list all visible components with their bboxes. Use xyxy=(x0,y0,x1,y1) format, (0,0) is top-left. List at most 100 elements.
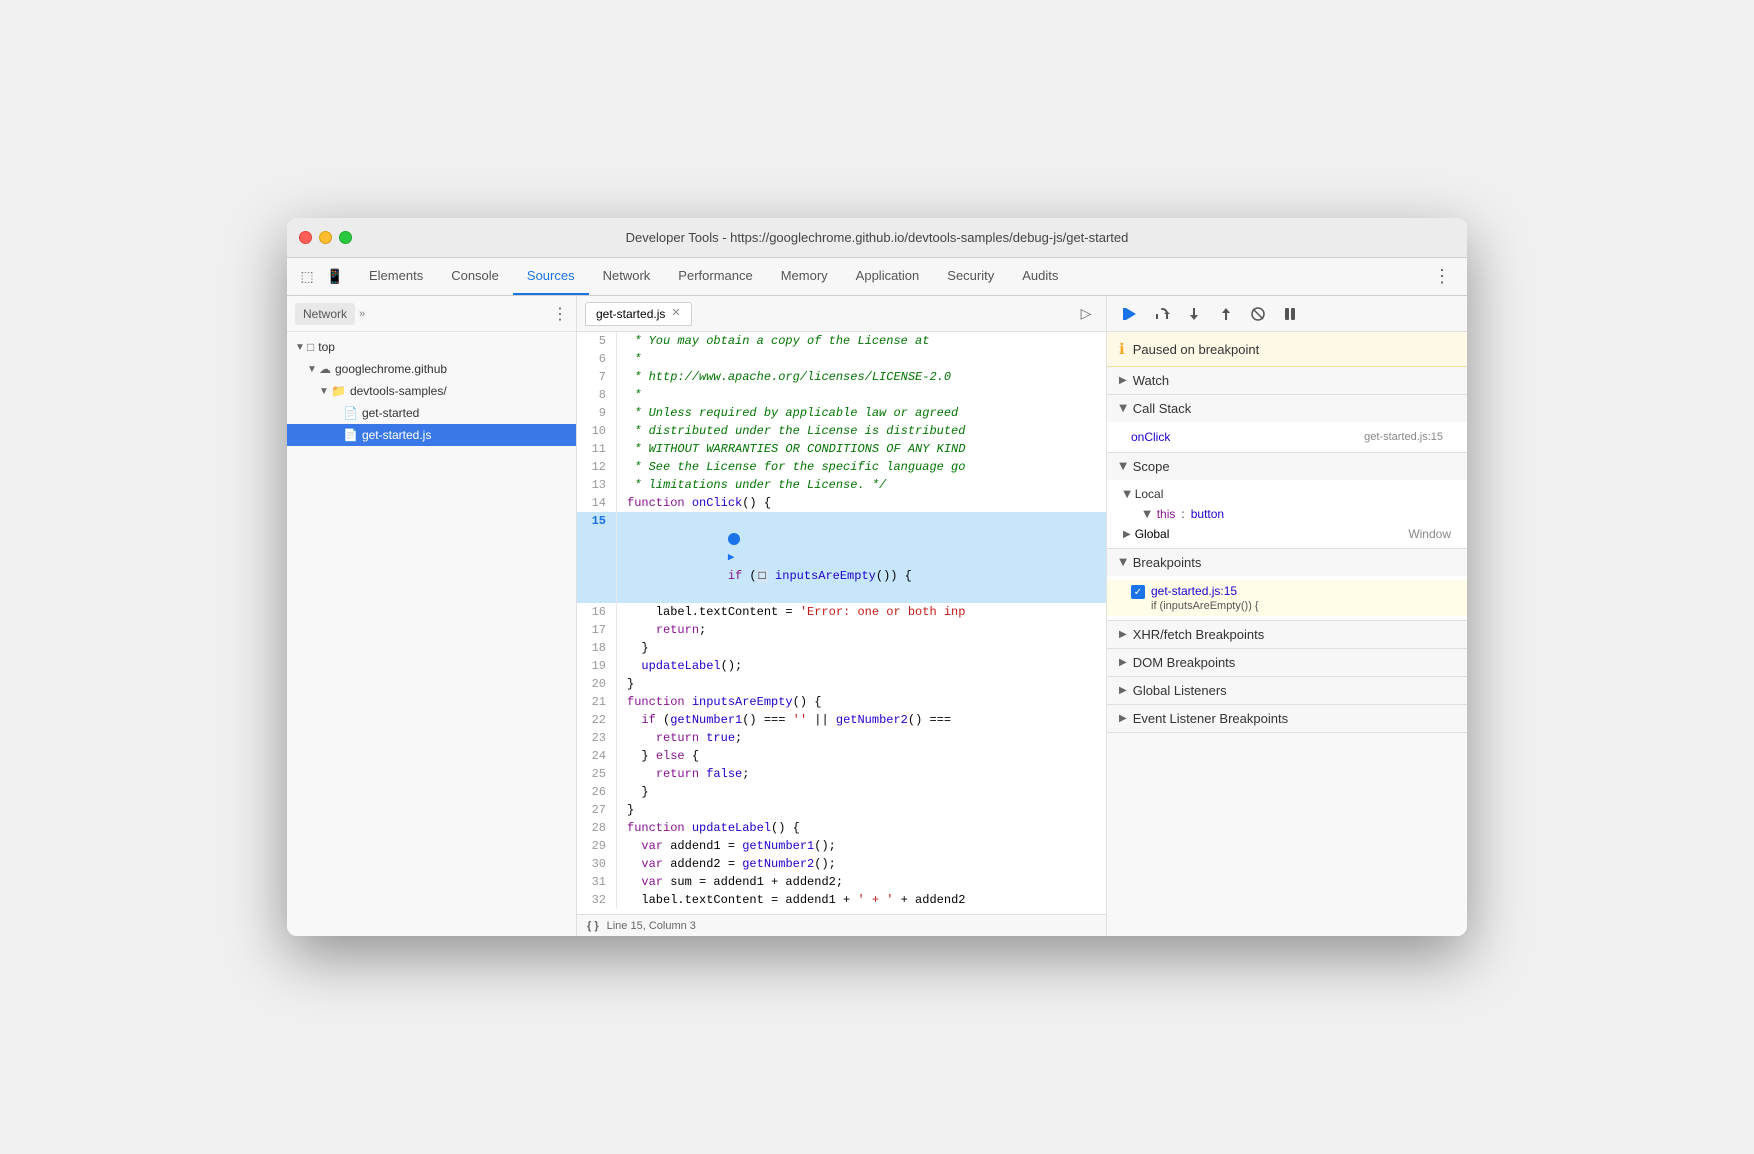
close-button[interactable] xyxy=(299,231,312,244)
scope-local-header[interactable]: ▶ Local xyxy=(1107,484,1467,504)
tree-arrow-devtools: ▼ xyxy=(319,386,331,397)
line-content-31: var sum = addend1 + addend2; xyxy=(617,873,1106,891)
code-line-14: 14 function onClick() { xyxy=(577,494,1106,512)
section-header-watch[interactable]: ▶ Watch xyxy=(1107,367,1467,394)
line-num-18: 18 xyxy=(577,639,617,657)
maximize-button[interactable] xyxy=(339,231,352,244)
tree-arrow-googlechrome: ▼ xyxy=(307,364,319,375)
section-header-global-listeners[interactable]: ▶ Global Listeners xyxy=(1107,677,1467,704)
line-content-15: ▶ if (□ inputsAreEmpty()) { xyxy=(617,512,1106,603)
editor-status-bar: { } Line 15, Column 3 xyxy=(577,914,1106,936)
window-title: Developer Tools - https://googlechrome.g… xyxy=(626,230,1129,245)
this-value: button xyxy=(1191,507,1224,521)
step-over-button[interactable] xyxy=(1149,301,1175,327)
editor-nav-forward[interactable]: ▷ xyxy=(1074,302,1098,326)
section-header-event-listener-breakpoints[interactable]: ▶ Event Listener Breakpoints xyxy=(1107,705,1467,732)
tree-item-googlechrome[interactable]: ▼ ☁ googlechrome.github xyxy=(287,358,576,380)
tab-sources[interactable]: Sources xyxy=(513,258,589,295)
global-listeners-label: Global Listeners xyxy=(1133,683,1227,698)
line-num-5: 5 xyxy=(577,332,617,350)
code-line-25: 25 return false; xyxy=(577,765,1106,783)
debug-panel: ℹ Paused on breakpoint ▶ Watch ▶ Call St… xyxy=(1107,296,1467,936)
device-toolbar-icon[interactable]: 📱 xyxy=(323,265,347,289)
tab-console[interactable]: Console xyxy=(437,258,513,295)
more-tools-button[interactable]: ⋮ xyxy=(1425,266,1459,287)
cursor-icon[interactable]: ⬚ xyxy=(295,265,319,289)
editor-tab-close[interactable]: ✕ xyxy=(671,308,680,319)
line-content-27: } xyxy=(617,801,1106,819)
code-line-29: 29 var addend1 = getNumber1(); xyxy=(577,837,1106,855)
file-panel-more-button[interactable]: ⋮ xyxy=(552,304,568,324)
line-content-9: * Unless required by applicable law or a… xyxy=(617,404,1106,422)
xhr-arrow: ▶ xyxy=(1119,629,1127,640)
code-line-27: 27 } xyxy=(577,801,1106,819)
breakpoint-marker-15[interactable] xyxy=(728,533,740,545)
section-header-dom-breakpoints[interactable]: ▶ DOM Breakpoints xyxy=(1107,649,1467,676)
section-header-breakpoints[interactable]: ▶ Breakpoints xyxy=(1107,549,1467,576)
tab-audits[interactable]: Audits xyxy=(1008,258,1072,295)
scope-arrow: ▶ xyxy=(1117,463,1128,471)
format-button[interactable]: { } xyxy=(587,920,599,932)
pause-on-exceptions-button[interactable] xyxy=(1277,301,1303,327)
tab-network[interactable]: Network xyxy=(589,258,665,295)
bp-info-1: get-started.js:15 if (inputsAreEmpty()) … xyxy=(1151,584,1259,612)
section-header-scope[interactable]: ▶ Scope xyxy=(1107,453,1467,480)
call-stack-item-onClick[interactable]: onClick get-started.js:15 xyxy=(1107,426,1467,448)
line-content-23: return true; xyxy=(617,729,1106,747)
code-lines: 5 * You may obtain a copy of the License… xyxy=(577,332,1106,909)
line-num-9: 9 xyxy=(577,404,617,422)
bp-file-1: get-started.js:15 xyxy=(1151,584,1259,598)
global-value: Window xyxy=(1408,527,1451,541)
line-num-32: 32 xyxy=(577,891,617,909)
domain-icon: ☁ xyxy=(319,362,331,376)
tree-item-devtools-samples[interactable]: ▼ 📁 devtools-samples/ xyxy=(287,380,576,402)
tree-label-googlechrome: googlechrome.github xyxy=(335,362,447,376)
deactivate-breakpoints-button[interactable] xyxy=(1245,301,1271,327)
code-line-32: 32 label.textContent = addend1 + ' + ' +… xyxy=(577,891,1106,909)
tab-application[interactable]: Application xyxy=(842,258,934,295)
tab-performance[interactable]: Performance xyxy=(664,258,766,295)
tab-security[interactable]: Security xyxy=(933,258,1008,295)
code-line-20: 20 } xyxy=(577,675,1106,693)
line-num-19: 19 xyxy=(577,657,617,675)
code-line-12: 12 * See the License for the specific la… xyxy=(577,458,1106,476)
tab-memory[interactable]: Memory xyxy=(767,258,842,295)
this-arrow: ▶ xyxy=(1141,510,1152,518)
dom-label: DOM Breakpoints xyxy=(1133,655,1236,670)
file-panel-toolbar: Network » ⋮ xyxy=(287,296,576,332)
watch-arrow: ▶ xyxy=(1119,375,1127,386)
step-into-button[interactable] xyxy=(1181,301,1207,327)
line-num-28: 28 xyxy=(577,819,617,837)
tree-arrow-top: ▼ xyxy=(295,342,307,353)
code-editor[interactable]: 5 * You may obtain a copy of the License… xyxy=(577,332,1106,914)
section-global-listeners: ▶ Global Listeners xyxy=(1107,677,1467,705)
resume-button[interactable] xyxy=(1117,301,1143,327)
scope-global-header[interactable]: ▶ Global Window xyxy=(1107,524,1467,544)
section-header-call-stack[interactable]: ▶ Call Stack xyxy=(1107,395,1467,422)
tree-item-get-started[interactable]: ▶ 📄 get-started xyxy=(287,402,576,424)
tree-item-get-started-js[interactable]: ▶ 📄 get-started.js xyxy=(287,424,576,446)
cursor-position: Line 15, Column 3 xyxy=(607,920,696,932)
tree-label-get-started: get-started xyxy=(362,406,419,420)
step-out-button[interactable] xyxy=(1213,301,1239,327)
tab-bar-right: ⋮ xyxy=(1425,258,1459,295)
line-content-8: * xyxy=(617,386,1106,404)
editor-tab-get-started-js[interactable]: get-started.js ✕ xyxy=(585,302,692,326)
bp-checkbox-1[interactable]: ✓ xyxy=(1131,585,1145,599)
code-line-11: 11 * WITHOUT WARRANTIES OR CONDITIONS OF… xyxy=(577,440,1106,458)
section-header-xhr-fetch[interactable]: ▶ XHR/fetch Breakpoints xyxy=(1107,621,1467,648)
folder-icon-devtools: 📁 xyxy=(331,384,346,398)
section-watch: ▶ Watch xyxy=(1107,367,1467,395)
tab-elements[interactable]: Elements xyxy=(355,258,437,295)
folder-icon-top: □ xyxy=(307,340,314,354)
panel-tab-chevron[interactable]: » xyxy=(359,308,365,320)
minimize-button[interactable] xyxy=(319,231,332,244)
code-line-23: 23 return true; xyxy=(577,729,1106,747)
code-line-16: 16 label.textContent = 'Error: one or bo… xyxy=(577,603,1106,621)
line-content-17: return; xyxy=(617,621,1106,639)
exec-arrow-15: ▶ xyxy=(728,549,735,567)
network-panel-tab[interactable]: Network xyxy=(295,303,355,325)
tree-item-top[interactable]: ▼ □ top xyxy=(287,336,576,358)
line-content-16: label.textContent = 'Error: one or both … xyxy=(617,603,1106,621)
call-stack-file-ref: get-started.js:15 xyxy=(1364,431,1443,443)
